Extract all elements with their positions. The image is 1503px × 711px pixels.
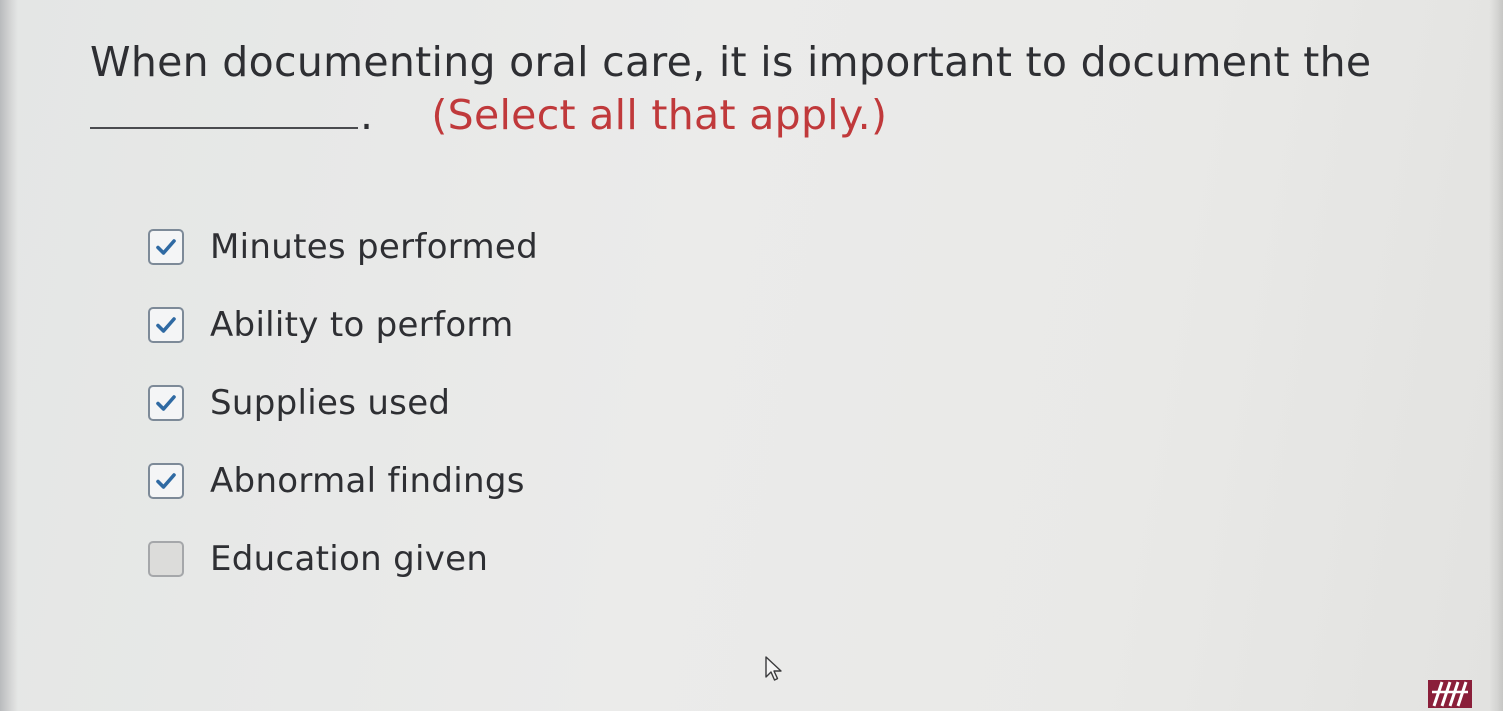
checkmark-icon xyxy=(156,395,176,411)
screen-right-bezel xyxy=(1489,0,1503,711)
option-supplies-used[interactable]: Supplies used xyxy=(148,364,538,442)
checkmark-icon xyxy=(156,473,176,489)
select-instruction: (Select all that apply.) xyxy=(431,91,888,139)
answer-options: Minutes performed Ability to perform Sup… xyxy=(148,208,538,598)
question-prompt: When documenting oral care, it is import… xyxy=(90,36,1420,142)
option-minutes-performed[interactable]: Minutes performed xyxy=(148,208,538,286)
answer-blank xyxy=(90,93,358,129)
option-label: Ability to perform xyxy=(210,305,514,345)
option-checkbox[interactable] xyxy=(148,463,184,499)
option-abnormal-findings[interactable]: Abnormal findings xyxy=(148,442,538,520)
question-text: When documenting oral care, it is import… xyxy=(90,38,1372,86)
option-label: Minutes performed xyxy=(210,227,539,267)
option-label: Education given xyxy=(210,539,489,579)
publisher-logo-icon xyxy=(1428,680,1472,708)
option-education-given[interactable]: Education given xyxy=(148,520,538,598)
option-ability-to-perform[interactable]: Ability to perform xyxy=(148,286,538,364)
screen-left-bezel xyxy=(0,0,18,711)
option-checkbox[interactable] xyxy=(148,307,184,343)
question-period: . xyxy=(360,91,374,139)
option-label: Supplies used xyxy=(210,383,451,423)
option-label: Abnormal findings xyxy=(210,461,525,501)
mouse-pointer-icon xyxy=(765,656,782,681)
checkmark-icon xyxy=(156,317,176,333)
checkmark-icon xyxy=(156,239,176,255)
option-checkbox[interactable] xyxy=(148,541,184,577)
option-checkbox[interactable] xyxy=(148,385,184,421)
option-checkbox[interactable] xyxy=(148,229,184,265)
